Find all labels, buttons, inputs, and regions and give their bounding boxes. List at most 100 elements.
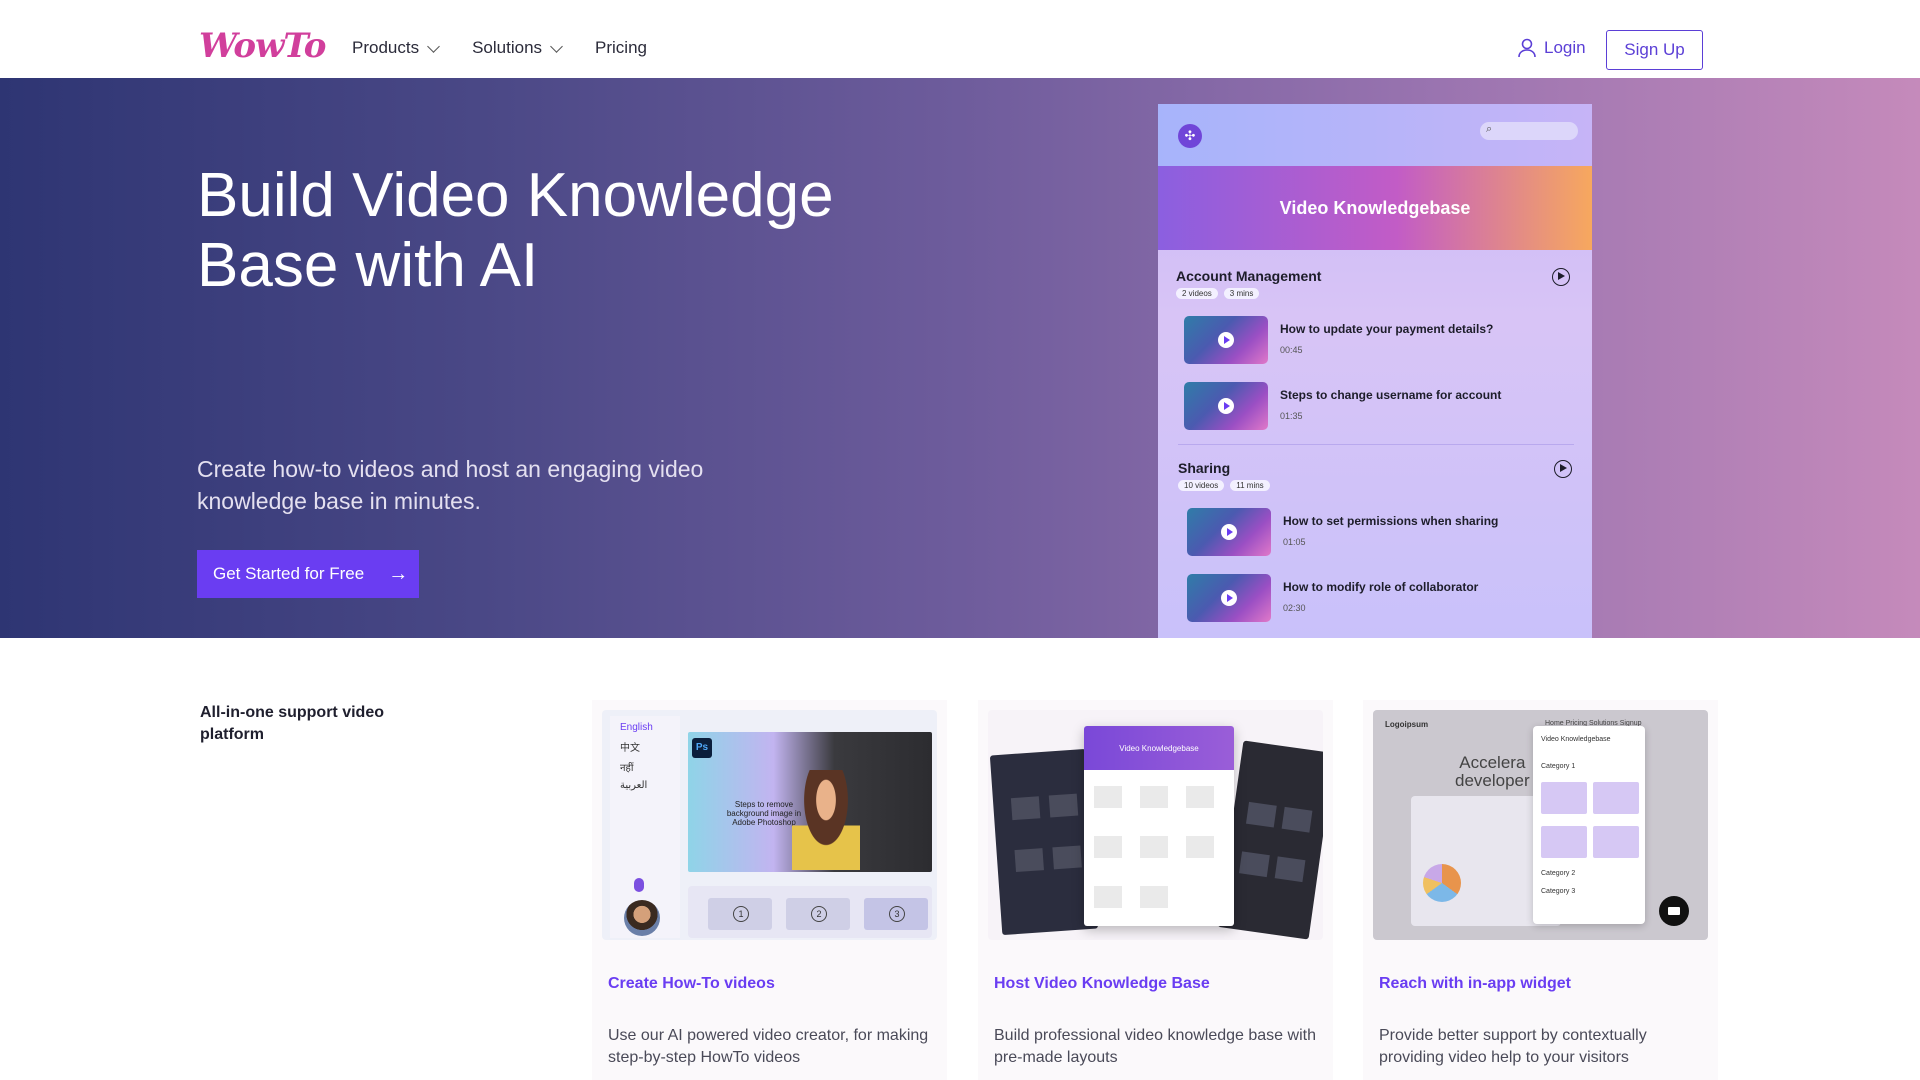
mini-banner: Video Knowledgebase bbox=[1084, 726, 1234, 770]
card-title[interactable]: Reach with in-app widget bbox=[1379, 975, 1571, 993]
nav-pricing[interactable]: Pricing bbox=[595, 38, 647, 58]
avatar bbox=[624, 900, 660, 936]
videos-badge: 2 videos bbox=[1176, 288, 1218, 299]
video-thumbnail bbox=[1184, 382, 1268, 430]
widget-title: Video Knowledgebase bbox=[1541, 736, 1611, 743]
get-started-button[interactable]: Get Started for Free → bbox=[197, 550, 419, 598]
video-thumbnail bbox=[1187, 574, 1271, 622]
steps-bar: 1 2 3 bbox=[688, 886, 932, 938]
hero-title-line2: Base with AI bbox=[197, 231, 539, 300]
mockup-section-sharing: Sharing 10 videos 11 mins bbox=[1178, 460, 1578, 491]
mockup-section-account: Account Management 2 videos 3 mins bbox=[1176, 268, 1576, 299]
nav-products[interactable]: Products bbox=[352, 38, 440, 58]
mockup-logo-icon: ✣ bbox=[1178, 124, 1202, 148]
card-description: Provide better support by contextually p… bbox=[1379, 1027, 1647, 1066]
video-title: How to update your payment details? bbox=[1280, 322, 1494, 336]
video-time: 01:05 bbox=[1283, 537, 1306, 547]
signup-button[interactable]: Sign Up bbox=[1606, 30, 1703, 70]
dark-layout-preview bbox=[989, 748, 1099, 936]
category-label: Category 2 bbox=[1541, 870, 1576, 877]
site-headline: Accelera developer bbox=[1455, 754, 1530, 790]
step-tile: 1 bbox=[708, 898, 772, 930]
card-illustration: Video Knowledgebase bbox=[988, 710, 1323, 940]
mockup-search: ⌕ bbox=[1480, 122, 1578, 140]
user-icon bbox=[1518, 38, 1536, 58]
category-label: Category 1 bbox=[1541, 763, 1576, 770]
feature-card-widget[interactable]: Logoipsum Home Pricing Solutions Signup … bbox=[1363, 700, 1718, 1080]
card-title[interactable]: Host Video Knowledge Base bbox=[994, 975, 1210, 993]
feature-card-host[interactable]: Video Knowledgebase Host Video Knowledge… bbox=[978, 700, 1333, 1080]
knowledgebase-mockup: ✣ ⌕ Video Knowledgebase Account Manageme… bbox=[1158, 104, 1592, 638]
card-description: Build professional video knowledge base … bbox=[994, 1027, 1316, 1066]
card-title[interactable]: Create How-To videos bbox=[608, 975, 775, 993]
category-label: Category 3 bbox=[1541, 888, 1576, 895]
video-item: How to modify role of collaborator 02:30 bbox=[1187, 574, 1478, 622]
main-nav: Products Solutions Pricing bbox=[352, 38, 681, 58]
nav-solutions-label: Solutions bbox=[472, 38, 543, 57]
arrow-right-icon: → bbox=[388, 562, 409, 585]
language-item: English bbox=[620, 722, 653, 733]
step-number: 2 bbox=[811, 906, 827, 922]
search-icon: ⌕ bbox=[1486, 123, 1493, 135]
language-item: 中文 bbox=[620, 743, 640, 754]
chevron-down-icon bbox=[550, 39, 563, 53]
video-title: How to modify role of collaborator bbox=[1283, 580, 1479, 594]
video-item: How to update your payment details? 00:4… bbox=[1184, 316, 1493, 364]
card-illustration: Logoipsum Home Pricing Solutions Signup … bbox=[1373, 710, 1708, 940]
nav-products-label: Products bbox=[352, 38, 420, 57]
feature-card-create[interactable]: English 中文 नहीं العربية Ps Steps to remo… bbox=[592, 700, 947, 1080]
mins-badge: 3 mins bbox=[1223, 288, 1260, 299]
section-title: Sharing bbox=[1178, 460, 1231, 476]
card-description: Use our AI powered video creator, for ma… bbox=[608, 1027, 929, 1066]
step-tile: 2 bbox=[786, 898, 850, 930]
hero-subtitle: Create how-to videos and host an engagin… bbox=[197, 456, 704, 514]
section-divider bbox=[1178, 444, 1574, 445]
video-title: How to set permissions when sharing bbox=[1283, 514, 1499, 528]
mockup-topbar: ✣ ⌕ bbox=[1158, 104, 1592, 166]
nav-pricing-label: Pricing bbox=[595, 38, 647, 57]
photoshop-icon: Ps bbox=[692, 738, 712, 758]
nav-solutions[interactable]: Solutions bbox=[472, 38, 563, 58]
video-time: 00:45 bbox=[1280, 345, 1303, 355]
play-icon bbox=[1224, 402, 1230, 410]
step-number: 3 bbox=[889, 906, 905, 922]
site-headline-line1: Accelera bbox=[1459, 753, 1526, 772]
pie-chart-icon bbox=[1423, 864, 1461, 902]
chevron-down-icon bbox=[427, 39, 440, 53]
light-layout-preview: Video Knowledgebase bbox=[1084, 726, 1234, 926]
language-item: العربية bbox=[620, 780, 648, 791]
video-time: 02:30 bbox=[1283, 603, 1306, 613]
section-title: Account Management bbox=[1176, 268, 1322, 284]
play-icon bbox=[1224, 336, 1230, 344]
play-circle-icon bbox=[1554, 460, 1572, 478]
step-tile: 3 bbox=[864, 898, 928, 930]
video-time: 01:35 bbox=[1280, 411, 1303, 421]
hero-section: Build Video Knowledge Base with AI Creat… bbox=[0, 78, 1920, 638]
video-thumbnail bbox=[1187, 508, 1271, 556]
video-item: How to set permissions when sharing 01:0… bbox=[1187, 508, 1498, 556]
hero-title-line1: Build Video Knowledge bbox=[197, 161, 834, 230]
cta-label: Get Started for Free bbox=[213, 564, 365, 583]
features-label: All-in-one support video platform bbox=[200, 704, 384, 743]
site-logo: Logoipsum bbox=[1385, 720, 1429, 729]
wowto-logo[interactable]: WowTo bbox=[199, 26, 326, 66]
login-label: Login bbox=[1544, 38, 1586, 57]
login-link[interactable]: Login bbox=[1518, 38, 1586, 58]
play-icon bbox=[1227, 528, 1233, 536]
mins-badge: 11 mins bbox=[1230, 480, 1270, 491]
site-header: WowTo Products Solutions Pricing Login S… bbox=[0, 0, 1920, 78]
hero-title: Build Video Knowledge Base with AI bbox=[197, 161, 917, 301]
language-item: नहीं bbox=[620, 763, 634, 774]
mockup-banner: Video Knowledgebase bbox=[1158, 166, 1592, 250]
site-headline-line2: developer bbox=[1455, 771, 1530, 790]
play-icon bbox=[1227, 594, 1233, 602]
video-thumbnail bbox=[1184, 316, 1268, 364]
video-item: Steps to change username for account 01:… bbox=[1184, 382, 1501, 430]
person-image bbox=[792, 770, 860, 870]
videos-badge: 10 videos bbox=[1178, 480, 1225, 491]
card-illustration: English 中文 नहीं العربية Ps Steps to remo… bbox=[602, 710, 937, 940]
video-camera-icon bbox=[1659, 896, 1689, 926]
step-number: 1 bbox=[733, 906, 749, 922]
play-circle-icon bbox=[1552, 268, 1570, 286]
microphone-icon bbox=[634, 878, 644, 892]
